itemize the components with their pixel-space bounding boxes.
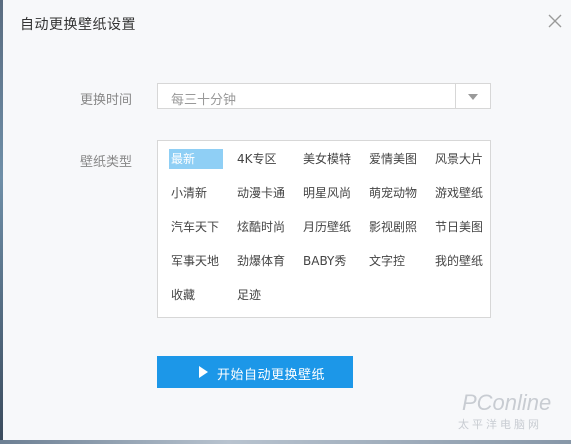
watermark-logo: PConline [462, 390, 552, 415]
type-item[interactable]: 小清新 [171, 183, 207, 203]
type-item[interactable]: 足迹 [237, 285, 261, 305]
type-item[interactable]: 明星风尚 [303, 183, 351, 203]
type-item[interactable]: 动漫卡通 [237, 183, 285, 203]
watermark-subtitle: 太平洋电脑网 [458, 418, 542, 431]
background-edge [0, 0, 3, 444]
type-item[interactable]: 萌宠动物 [369, 183, 417, 203]
start-auto-change-button[interactable]: 开始自动更换壁纸 [157, 356, 353, 388]
type-item[interactable]: 节日美图 [435, 217, 483, 237]
watermark: PConline 太平洋电脑网 [458, 388, 568, 438]
type-item[interactable]: 游戏壁纸 [435, 183, 483, 203]
dropdown-button[interactable] [455, 84, 490, 108]
close-icon[interactable] [545, 11, 565, 31]
wallpaper-type-list: 最新 4K专区 美女模特 爱情美图 风景大片 小清新 动漫卡通 明星风尚 萌宠动… [157, 140, 491, 318]
type-item[interactable]: 月历壁纸 [303, 217, 351, 237]
type-item[interactable]: 爱情美图 [369, 149, 417, 169]
play-icon [199, 366, 208, 378]
type-item[interactable]: 美女模特 [303, 149, 351, 169]
dialog-title: 自动更换壁纸设置 [20, 17, 136, 33]
type-item[interactable]: 我的壁纸 [435, 251, 483, 271]
interval-select[interactable]: 每三十分钟 [157, 83, 491, 109]
type-item[interactable]: 4K专区 [237, 149, 277, 169]
type-item[interactable]: 文字控 [369, 251, 405, 271]
start-button-label: 开始自动更换壁纸 [217, 368, 326, 383]
background-strip [0, 440, 571, 444]
chevron-down-icon [468, 94, 478, 100]
wallpaper-settings-dialog: 自动更换壁纸设置 更换时间 每三十分钟 壁纸类型 最新 4K专区 美女模特 爱情… [0, 0, 571, 444]
type-item[interactable]: 影视剧照 [369, 217, 417, 237]
interval-label: 更换时间 [80, 93, 133, 108]
type-item[interactable]: 劲爆体育 [237, 251, 285, 271]
interval-select-value: 每三十分钟 [171, 93, 237, 108]
type-item[interactable]: 最新 [169, 149, 223, 169]
type-item[interactable]: 收藏 [171, 285, 195, 305]
type-item[interactable]: 风景大片 [435, 149, 483, 169]
type-item[interactable]: 汽车天下 [171, 217, 219, 237]
types-label: 壁纸类型 [80, 155, 133, 170]
type-item[interactable]: 炫酷时尚 [237, 217, 285, 237]
type-item[interactable]: 军事天地 [171, 251, 219, 271]
type-item[interactable]: BABY秀 [303, 251, 346, 271]
